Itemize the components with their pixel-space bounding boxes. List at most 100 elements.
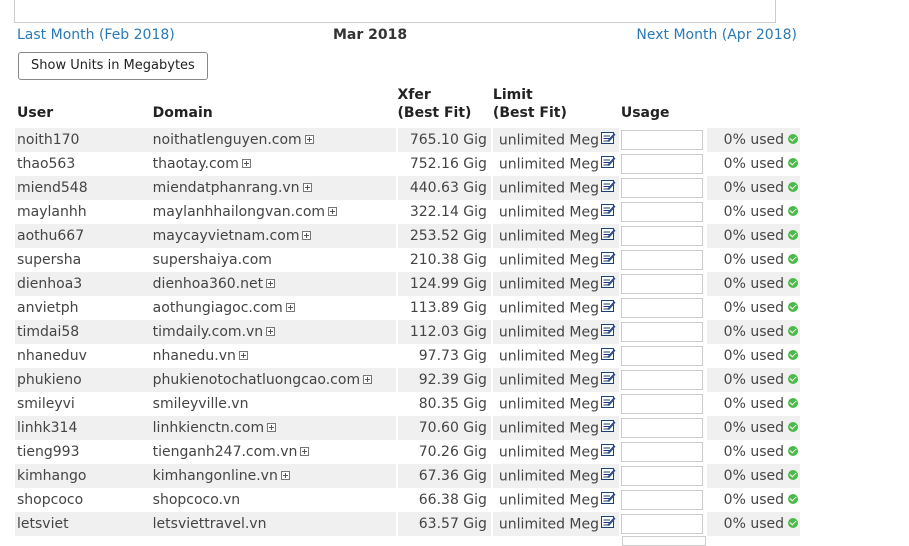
check-circle-icon	[788, 422, 798, 432]
domain-name: kimhangonline.vn	[152, 468, 278, 484]
edit-note-icon[interactable]	[601, 491, 616, 508]
usage-bar-cell	[618, 512, 707, 536]
usage-bar	[620, 370, 703, 390]
usage-value: 0% used	[723, 468, 784, 484]
edit-note-icon[interactable]	[601, 347, 616, 364]
edit-note-icon[interactable]	[601, 395, 616, 412]
table-row: shopcoco shopcoco.vn 66.38 Gig unlimited…	[15, 488, 800, 512]
edit-note-icon[interactable]	[601, 323, 616, 340]
edit-note-icon[interactable]	[601, 155, 616, 172]
xfer-cell: 66.38 Gig	[395, 488, 491, 512]
expand-plus-icon[interactable]	[238, 350, 248, 360]
usage-value: 0% used	[723, 300, 784, 316]
user-cell: miend548	[15, 176, 151, 200]
edit-note-icon[interactable]	[601, 443, 616, 460]
usage-bar-cell	[618, 392, 707, 416]
limit-cell: unlimited Meg	[490, 320, 619, 344]
edit-note-icon[interactable]	[601, 179, 616, 196]
xfer-cell: 322.14 Gig	[395, 200, 491, 224]
header-limit-sub: (Best Fit)	[492, 105, 567, 121]
check-circle-icon	[788, 518, 798, 528]
expand-plus-icon[interactable]	[328, 206, 338, 216]
expand-plus-icon[interactable]	[302, 182, 312, 192]
check-circle-icon	[788, 158, 798, 168]
limit-value: unlimited Meg	[498, 204, 599, 220]
usage-cell: 0% used	[707, 344, 800, 368]
expand-plus-icon[interactable]	[267, 422, 277, 432]
usage-cell: 0% used	[707, 488, 800, 512]
header-user: User	[17, 105, 54, 121]
limit-value: unlimited Meg	[498, 252, 599, 268]
user-cell: shopcoco	[17, 492, 84, 508]
prev-month-link[interactable]: Last Month (Feb 2018)	[17, 27, 175, 43]
usage-cell: 0% used	[706, 464, 800, 488]
edit-note-icon[interactable]	[601, 419, 616, 436]
expand-plus-icon[interactable]	[266, 278, 276, 288]
usage-bar-partial	[622, 536, 706, 546]
domain-name: letsviettravel.vn	[152, 516, 267, 532]
domain-cell: shopcoco.vn	[151, 488, 396, 512]
edit-note-icon[interactable]	[601, 275, 616, 292]
usage-bar	[620, 154, 703, 174]
limit-cell: unlimited Meg	[490, 272, 619, 296]
expand-plus-icon[interactable]	[241, 158, 251, 168]
edit-note-icon[interactable]	[601, 467, 616, 484]
header-limit-label: Limit	[492, 87, 533, 103]
limit-cell: unlimited Meg	[490, 392, 619, 416]
usage-bar	[620, 130, 703, 150]
usage-bar	[620, 298, 703, 318]
xfer-cell: 752.16 Gig	[395, 152, 491, 176]
expand-plus-icon[interactable]	[302, 230, 312, 240]
expand-plus-icon[interactable]	[266, 326, 276, 336]
edit-note-icon[interactable]	[601, 131, 616, 148]
edit-note-icon[interactable]	[601, 299, 616, 316]
usage-bar	[620, 178, 703, 198]
edit-note-icon[interactable]	[601, 515, 616, 532]
domain-cell: noithatlenguyen.com	[150, 128, 396, 152]
usage-cell: 0% used	[706, 176, 800, 200]
domain-name: phukienotochatluongcao.com	[152, 372, 361, 388]
domain-cell: supershaiya.com	[151, 248, 396, 272]
user-cell: phukieno	[15, 368, 151, 392]
user-cell: aothu667	[15, 224, 151, 248]
usage-bar	[620, 322, 703, 342]
check-circle-icon	[788, 134, 798, 144]
usage-value: 0% used	[723, 156, 784, 172]
user-cell: dienhoa3	[15, 272, 151, 296]
limit-value: unlimited Meg	[498, 372, 599, 388]
usage-bar	[620, 514, 703, 534]
user-cell: timdai58	[15, 320, 151, 344]
limit-value: unlimited Meg	[498, 420, 599, 436]
usage-value: 0% used	[723, 204, 784, 220]
expand-plus-icon[interactable]	[363, 374, 373, 384]
next-month-link[interactable]: Next Month (Apr 2018)	[636, 27, 797, 43]
expand-plus-icon[interactable]	[300, 446, 310, 456]
user-cell: supersha	[17, 252, 82, 268]
edit-note-icon[interactable]	[601, 371, 616, 388]
limit-value: unlimited Meg	[498, 228, 599, 244]
usage-bar-cell	[618, 200, 707, 224]
edit-note-icon[interactable]	[601, 203, 616, 220]
show-megabytes-button[interactable]: Show Units in Megabytes	[18, 52, 208, 80]
table-row: maylanhh maylanhhailongvan.com 322.14 Gi…	[15, 200, 800, 224]
table-header-row: User Domain Xfer (Best Fit) Limit (Best Fi…	[15, 86, 800, 128]
domain-cell: phukienotochatluongcao.com	[150, 368, 396, 392]
edit-note-icon[interactable]	[601, 251, 616, 268]
domain-cell: aothungiagoc.com	[151, 296, 396, 320]
usage-value: 0% used	[723, 516, 784, 532]
usage-bar-cell	[618, 152, 707, 176]
table-row: kimhango kimhangonline.vn 67.36 Gig unli…	[15, 464, 800, 488]
check-circle-icon	[788, 350, 798, 360]
limit-value: unlimited Meg	[498, 492, 599, 508]
xfer-cell: 80.35 Gig	[395, 392, 491, 416]
domain-cell: thaotay.com	[151, 152, 396, 176]
expand-plus-icon[interactable]	[285, 302, 295, 312]
expand-plus-icon[interactable]	[304, 134, 314, 144]
table-row: anvietph aothungiagoc.com 113.89 Gig unl…	[15, 296, 800, 320]
usage-bar-cell	[618, 488, 707, 512]
expand-plus-icon[interactable]	[280, 470, 290, 480]
xfer-cell: 70.26 Gig	[395, 440, 491, 464]
usage-value: 0% used	[723, 132, 784, 148]
edit-note-icon[interactable]	[601, 227, 616, 244]
usage-bar	[620, 418, 703, 438]
